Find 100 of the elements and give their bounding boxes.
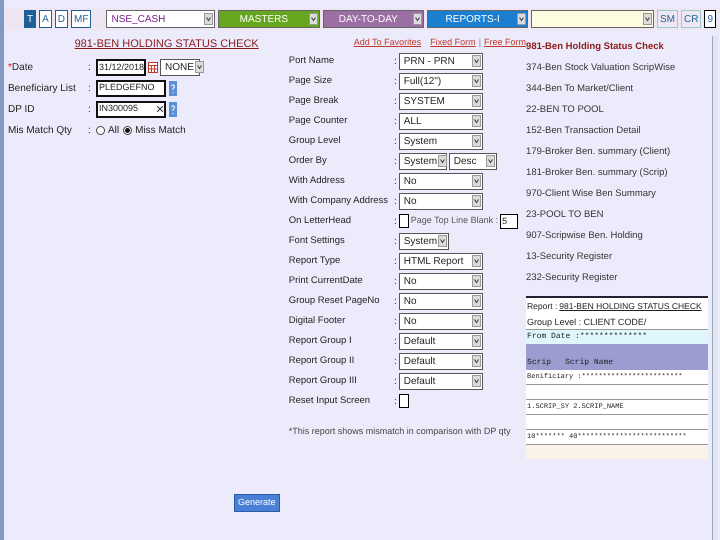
- dropdown[interactable]: PRN - PRN: [398, 52, 483, 70]
- chevron-icon: [472, 115, 481, 127]
- dropdown[interactable]: System: [398, 132, 483, 150]
- tab[interactable]: T: [24, 10, 36, 28]
- tab[interactable]: MF: [71, 10, 92, 28]
- dropdown[interactable]: No: [398, 172, 483, 190]
- generate-button[interactable]: Generate: [234, 494, 280, 512]
- report-list-item[interactable]: 179-Broker Ben. summary (Client): [526, 141, 708, 162]
- setting-label: Order By: [288, 154, 328, 168]
- help-icon[interactable]: [169, 80, 177, 96]
- checkbox[interactable]: [398, 214, 409, 228]
- chevron-icon: [472, 75, 481, 87]
- colon: :: [392, 94, 398, 108]
- tab[interactable]: D: [54, 10, 68, 28]
- shortcut-button[interactable]: SM: [656, 10, 678, 28]
- chevron-icon: [194, 61, 204, 73]
- report-list-item[interactable]: 22-BEN TO POOL: [526, 99, 708, 120]
- dropdown[interactable]: ALL: [398, 112, 483, 130]
- dropdown[interactable]: Full(12"): [398, 72, 483, 90]
- required-mark: *: [8, 60, 12, 74]
- colon: :: [392, 374, 398, 388]
- setting-label: Port Name: [288, 54, 336, 68]
- calendar-icon[interactable]: [148, 61, 158, 73]
- text-field[interactable]: IN300095: [96, 100, 166, 118]
- dropdown[interactable]: HTML Report: [398, 252, 483, 270]
- chevron-icon: [472, 135, 481, 147]
- menu-dropdown[interactable]: NSE_CASH: [106, 10, 216, 28]
- colon: :: [392, 394, 398, 408]
- report-list-item[interactable]: 907-Scripwise Ben. Holding: [526, 225, 708, 246]
- setting-label: Report Group I: [288, 334, 353, 348]
- shortcut-button[interactable]: 9: [704, 10, 716, 28]
- setting-label: Page Top Line Blank :: [410, 214, 498, 228]
- setting-label: Reset Input Screen: [288, 394, 372, 408]
- help-icon[interactable]: [169, 102, 177, 116]
- colon: :: [392, 354, 398, 368]
- link[interactable]: Fixed Form: [430, 36, 476, 50]
- column-header: Scrip: [527, 357, 552, 369]
- chevron-icon: [204, 13, 214, 25]
- report-list-item[interactable]: 13-Security Register: [526, 246, 708, 267]
- setting-label: Font Settings: [288, 234, 346, 248]
- chevron-icon: [486, 155, 495, 167]
- colon: :: [88, 82, 92, 96]
- colon: :: [392, 174, 398, 188]
- dropdown[interactable]: System: [398, 232, 449, 250]
- close-icon[interactable]: [157, 106, 163, 112]
- colon: :: [392, 234, 398, 248]
- colon: :: [392, 274, 398, 288]
- colon: :: [88, 102, 92, 116]
- report-list-item[interactable]: 970-Client Wise Ben Summary: [526, 183, 708, 204]
- chevron-icon: [642, 13, 652, 25]
- chevron-icon: [472, 375, 481, 387]
- chevron-icon: [438, 155, 448, 167]
- link[interactable]: Free Form: [484, 36, 526, 50]
- text-field[interactable]: PLEDGEFNO: [96, 80, 166, 96]
- radio-option[interactable]: Miss Match: [123, 122, 186, 138]
- colon: :: [392, 74, 398, 88]
- link[interactable]: Add To Favorites: [354, 36, 422, 50]
- report-list-item[interactable]: 152-Ben Transaction Detail: [526, 120, 708, 141]
- dropdown[interactable]: No: [398, 292, 483, 310]
- chevron-icon: [472, 275, 481, 287]
- report-list-item[interactable]: 181-Broker Ben. summary (Scrip): [526, 162, 708, 183]
- report-list-item[interactable]: 232-Security Register: [526, 267, 708, 288]
- scrollbar[interactable]: [712, 36, 718, 540]
- setting-label: Group Level: [288, 134, 342, 148]
- number-field[interactable]: 5: [500, 214, 518, 228]
- report-list-item[interactable]: 344-Ben To Market/Client: [526, 78, 708, 99]
- colon: :: [392, 294, 398, 308]
- dropdown[interactable]: Default: [398, 332, 483, 350]
- dropdown[interactable]: No: [398, 192, 483, 210]
- dropdown[interactable]: Default: [398, 372, 483, 390]
- field-label: DP ID: [8, 102, 34, 116]
- dropdown[interactable]: No: [398, 272, 483, 290]
- form-title: 981-BEN HOLDING STATUS CHECK: [74, 37, 259, 52]
- tab[interactable]: A: [39, 10, 52, 28]
- dropdown[interactable]: No: [398, 312, 483, 330]
- chevron-icon: [472, 55, 481, 67]
- footnote: *This report shows mismatch in comparison with DP qty: [288, 425, 512, 438]
- preview-title: 981-BEN HOLDING STATUS CHECK: [559, 300, 702, 312]
- dropdown[interactable]: System: [398, 152, 447, 170]
- dropdown[interactable]: Default: [398, 352, 483, 370]
- shortcut-button[interactable]: CR: [680, 10, 702, 28]
- chevron-icon: [472, 335, 481, 347]
- colon: :: [392, 214, 398, 228]
- colon: :: [392, 314, 398, 328]
- dropdown[interactable]: SYSTEM: [398, 92, 483, 110]
- preview-text: From Date :**************: [526, 330, 708, 344]
- setting-label: Group Reset PageNo: [288, 294, 381, 308]
- dropdown[interactable]: Desc: [448, 152, 497, 170]
- colon: :: [392, 54, 398, 68]
- radio-option[interactable]: All: [96, 122, 120, 138]
- menu-dropdown[interactable]: REPORTS-I: [426, 10, 528, 28]
- menu-dropdown[interactable]: [531, 10, 654, 28]
- colon: :: [392, 194, 398, 208]
- menu-dropdown[interactable]: DAY-TO-DAY: [322, 10, 424, 28]
- setting-label: Page Break: [288, 94, 340, 108]
- checkbox[interactable]: [398, 394, 409, 408]
- date-field[interactable]: 31/12/2018: [96, 58, 146, 76]
- report-list-item[interactable]: 981-Ben Holding Status Check: [526, 36, 708, 57]
- report-list-item[interactable]: 23-POOL TO BEN: [526, 204, 708, 225]
- report-list-item[interactable]: 374-Ben Stock Valuation ScripWise: [526, 57, 708, 78]
